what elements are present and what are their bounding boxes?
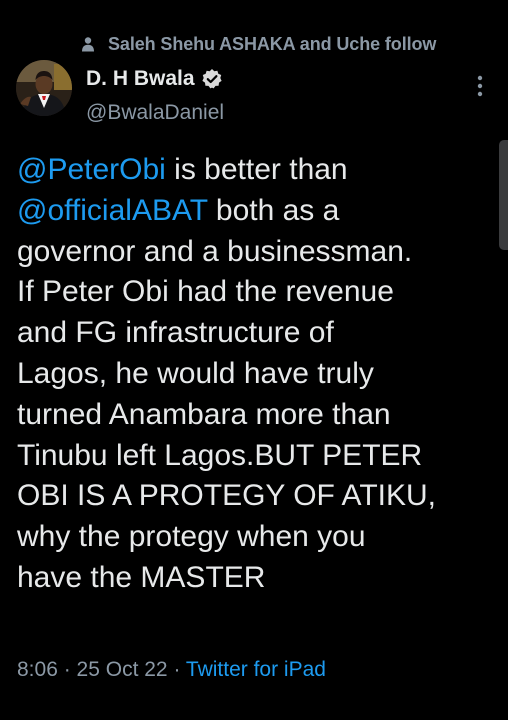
mention-link[interactable]: @PeterObi: [17, 153, 166, 186]
tweet-text-segment: OBI IS A PROTEGY OF ATIKU,: [17, 479, 437, 513]
tweet-text-segment: why the protegy when you: [17, 520, 366, 554]
avatar[interactable]: [16, 60, 72, 116]
social-context[interactable]: Saleh Shehu ASHAKA and Uche follow: [80, 33, 436, 55]
mention-link[interactable]: @officialABAT: [17, 194, 208, 227]
tweet-text-segment: both as a: [207, 193, 340, 227]
verified-badge-icon: [201, 68, 223, 90]
tweet-text-segment: turned Anambara more than: [17, 397, 391, 431]
tweet-text-segment: and FG infrastructure of: [17, 316, 334, 350]
scrollbar[interactable]: [499, 140, 508, 250]
meta-separator: ·: [57, 658, 77, 681]
more-vertical-icon[interactable]: [470, 74, 490, 98]
tweet-line: governor and a businessman.: [17, 232, 497, 273]
tweet-source-link[interactable]: Twitter for iPad: [186, 658, 326, 681]
tweet-meta: 8:06 · 25 Oct 22 · Twitter for iPad: [17, 658, 326, 682]
tweet-text-segment: If Peter Obi had the revenue: [17, 275, 394, 309]
person-icon: [80, 36, 96, 52]
tweet-line: @PeterObi is better than: [17, 150, 497, 191]
tweet-line: and FG infrastructure of: [17, 313, 497, 354]
author-block[interactable]: D. H Bwala @BwalaDaniel: [86, 66, 224, 125]
tweet-line: why the protegy when you: [17, 517, 497, 558]
display-name[interactable]: D. H Bwala: [86, 67, 195, 91]
tweet-text-segment: governor and a businessman.: [17, 234, 413, 268]
meta-separator: ·: [167, 658, 186, 681]
social-context-text: Saleh Shehu ASHAKA and Uche follow: [108, 33, 437, 54]
tweet-text-segment: is better than: [165, 153, 348, 186]
tweet-line: have the MASTER: [17, 558, 497, 599]
tweet-line: Tinubu left Lagos.BUT PETER: [17, 436, 497, 477]
tweet-line: @officialABAT both as a: [17, 191, 497, 232]
tweet-line: turned Anambara more than: [17, 395, 497, 436]
handle[interactable]: @BwalaDaniel: [86, 101, 224, 125]
tweet-line: Lagos, he would have truly: [17, 354, 497, 395]
tweet-text: @PeterObi is better than @officialABAT bo…: [17, 150, 497, 599]
tweet-date[interactable]: 25 Oct 22: [77, 658, 168, 681]
tweet-screen: { "social_context": { "text": "Saleh She…: [0, 0, 508, 720]
name-row: D. H Bwala: [86, 66, 224, 92]
tweet-line: If Peter Obi had the revenue: [17, 272, 497, 313]
tweet-text-segment: have the MASTER: [17, 560, 266, 594]
tweet-line: OBI IS A PROTEGY OF ATIKU,: [17, 476, 497, 517]
tweet-text-segment: Tinubu left Lagos.BUT PETER: [17, 438, 423, 472]
tweet-time[interactable]: 8:06: [17, 658, 58, 681]
tweet-text-segment: Lagos, he would have truly: [17, 356, 374, 390]
